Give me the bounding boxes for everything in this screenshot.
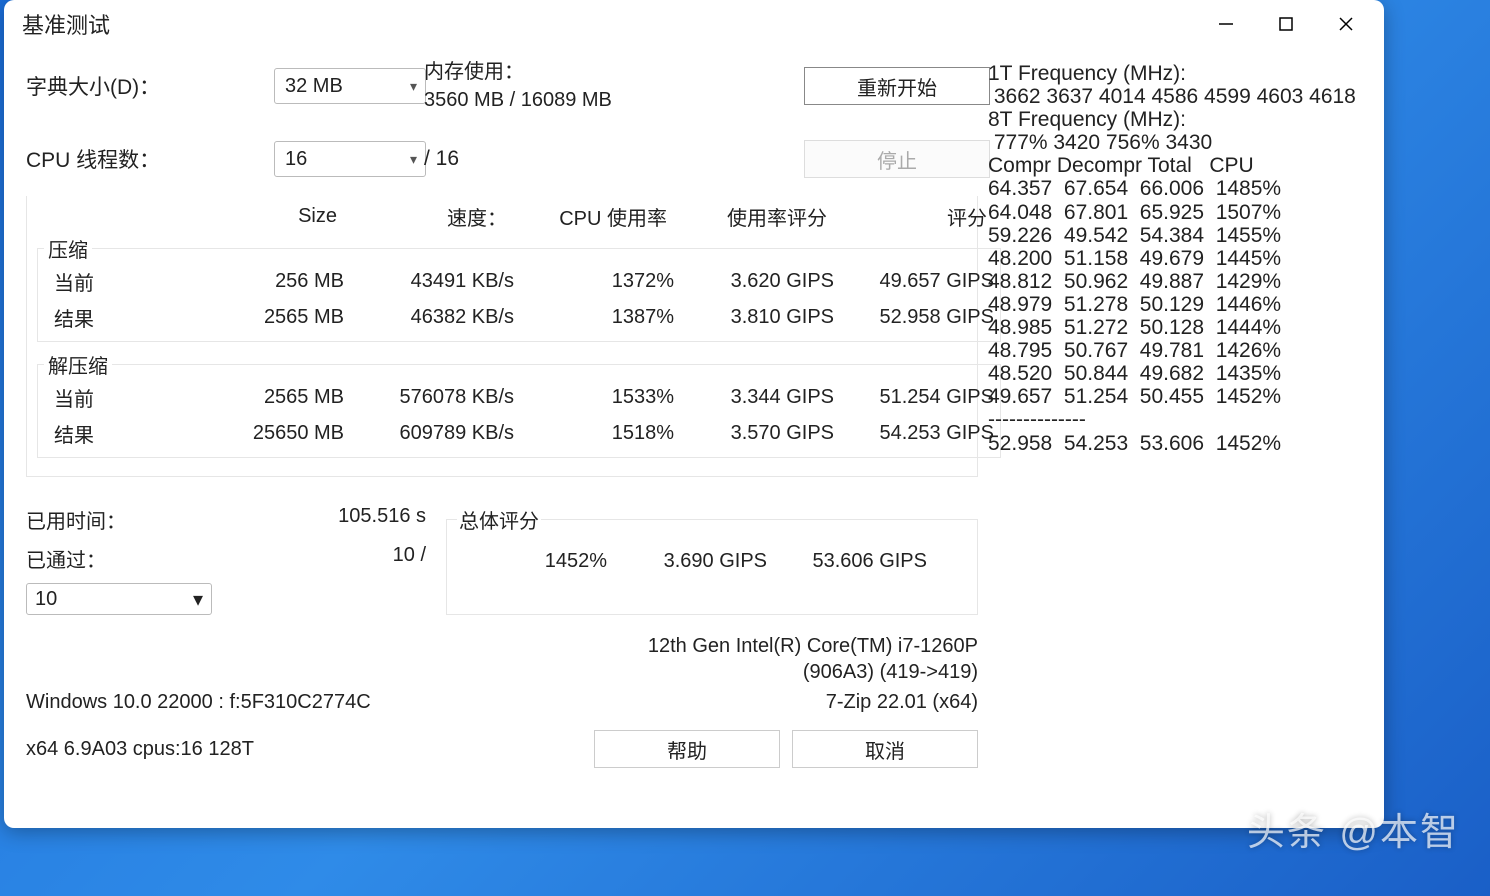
table-row: 结果 25650 MB 609789 KB/s 1518% 3.570 GIPS… — [44, 415, 994, 451]
minimize-button[interactable] — [1196, 4, 1256, 44]
memory-block: 内存使用： 3560 MB / 16089 MB — [424, 58, 804, 114]
passes-select-value: 10 — [35, 588, 57, 611]
table-header: Size 速度： CPU 使用率 使用率评分 评分 — [37, 198, 967, 234]
table-row: 当前 2565 MB 576078 KB/s 1533% 3.344 GIPS … — [44, 379, 994, 415]
cell-size: 2565 MB — [164, 386, 344, 409]
total-usage: 3.690 GIPS — [607, 550, 767, 573]
chevron-down-icon: ▾ — [410, 78, 417, 95]
total-cpu: 1452% — [457, 550, 607, 573]
system-info: 12th Gen Intel(R) Core(TM) i7-1260P (906… — [26, 633, 978, 714]
table-row: 结果 2565 MB 46382 KB/s 1387% 3.810 GIPS 5… — [44, 299, 994, 335]
total-legend: 总体评分 — [457, 505, 541, 534]
row-label: 当前 — [44, 267, 164, 296]
total-group: 总体评分 1452% 3.690 GIPS 53.606 GIPS — [446, 505, 978, 615]
window-title: 基准测试 — [22, 8, 1196, 40]
hdr-speed: 速度： — [337, 202, 507, 231]
config-grid: 字典大小(D)： 32 MB ▾ 内存使用： 3560 MB / 16089 M… — [26, 58, 978, 178]
hdr-rating: 评分 — [827, 202, 987, 231]
cell-cpu: 1533% — [514, 386, 674, 409]
hdr-usage: 使用率评分 — [667, 202, 827, 231]
cell-rating: 51.254 GIPS — [834, 386, 994, 409]
total-rating: 53.606 GIPS — [767, 550, 927, 573]
cell-usage: 3.344 GIPS — [674, 386, 834, 409]
threads-value: 16 — [285, 148, 307, 171]
benchmark-window: 基准测试 字典大小(D)： 32 MB ▾ 内存使用： 3560 MB / 16… — [4, 0, 1384, 828]
passes-label: 已通过： — [26, 544, 106, 573]
cell-size: 256 MB — [164, 270, 344, 293]
cell-usage: 3.810 GIPS — [674, 306, 834, 329]
cell-size: 25650 MB — [164, 422, 344, 445]
row-label: 结果 — [44, 303, 164, 332]
compress-legend: 压缩 — [44, 234, 92, 263]
cell-speed: 576078 KB/s — [344, 386, 514, 409]
os-info: Windows 10.0 22000 : f:5F310C2774C — [26, 691, 371, 714]
window-controls — [1196, 4, 1376, 44]
cell-rating: 54.253 GIPS — [834, 422, 994, 445]
cpu-name: 12th Gen Intel(R) Core(TM) i7-1260P — [648, 633, 978, 659]
cell-rating: 49.657 GIPS — [834, 270, 994, 293]
cell-speed: 609789 KB/s — [344, 422, 514, 445]
main-panel: 字典大小(D)： 32 MB ▾ 内存使用： 3560 MB / 16089 M… — [26, 58, 978, 816]
elapsed-label: 已用时间： — [26, 505, 126, 534]
log-panel: 1T Frequency (MHz): 3662 3637 4014 4586 … — [988, 58, 1372, 816]
restart-button[interactable]: 重新开始 — [804, 67, 990, 105]
compress-group: 压缩 当前 256 MB 43491 KB/s 1372% 3.620 GIPS… — [37, 234, 1001, 342]
decompress-legend: 解压缩 — [44, 350, 112, 379]
cell-cpu: 1387% — [514, 306, 674, 329]
hdr-size: Size — [157, 205, 337, 228]
chevron-down-icon: ▾ — [410, 151, 417, 168]
chevron-down-icon: ▾ — [193, 587, 203, 612]
cpu-id: (906A3) (419->419) — [648, 659, 978, 685]
cell-size: 2565 MB — [164, 306, 344, 329]
sevenzip-version: 7-Zip 22.01 (x64) — [826, 691, 978, 714]
threads-select[interactable]: 16 ▾ — [274, 141, 426, 177]
close-button[interactable] — [1316, 4, 1376, 44]
arch-info: x64 6.9A03 cpus:16 128T — [26, 738, 254, 761]
cell-cpu: 1518% — [514, 422, 674, 445]
table-row: 当前 256 MB 43491 KB/s 1372% 3.620 GIPS 49… — [44, 263, 994, 299]
memory-label: 内存使用： — [424, 58, 804, 86]
results-table: Size 速度： CPU 使用率 使用率评分 评分 压缩 当前 256 MB 4… — [26, 196, 978, 477]
passes-value: 10 / — [393, 544, 426, 573]
decompress-group: 解压缩 当前 2565 MB 576078 KB/s 1533% 3.344 G… — [37, 350, 1001, 458]
stop-button: 停止 — [804, 140, 990, 178]
row-label: 结果 — [44, 419, 164, 448]
row-label: 当前 — [44, 383, 164, 412]
cell-usage: 3.570 GIPS — [674, 422, 834, 445]
elapsed-value: 105.516 s — [338, 505, 426, 534]
hdr-cpu: CPU 使用率 — [507, 202, 667, 231]
lower-area: 已用时间： 105.516 s 已通过： 10 / 10 ▾ 总体评分 — [26, 505, 978, 615]
threads-label: CPU 线程数： — [26, 144, 274, 174]
passes-select[interactable]: 10 ▾ — [26, 583, 212, 615]
cell-cpu: 1372% — [514, 270, 674, 293]
bottom-bar: x64 6.9A03 cpus:16 128T 帮助 取消 — [26, 730, 978, 768]
dict-size-select[interactable]: 32 MB ▾ — [274, 68, 426, 104]
cancel-button[interactable]: 取消 — [792, 730, 978, 768]
threads-total: / 16 — [424, 147, 804, 171]
cell-speed: 43491 KB/s — [344, 270, 514, 293]
client-area: 字典大小(D)： 32 MB ▾ 内存使用： 3560 MB / 16089 M… — [4, 48, 1384, 828]
titlebar[interactable]: 基准测试 — [4, 0, 1384, 48]
dict-size-value: 32 MB — [285, 75, 343, 98]
elapsed-block: 已用时间： 105.516 s 已通过： 10 / 10 ▾ — [26, 505, 426, 615]
watermark: 头条 @本智 — [1247, 801, 1460, 856]
help-button[interactable]: 帮助 — [594, 730, 780, 768]
memory-value: 3560 MB / 16089 MB — [424, 86, 804, 114]
cell-usage: 3.620 GIPS — [674, 270, 834, 293]
cell-rating: 52.958 GIPS — [834, 306, 994, 329]
dict-size-label: 字典大小(D)： — [26, 71, 274, 101]
maximize-button[interactable] — [1256, 4, 1316, 44]
cell-speed: 46382 KB/s — [344, 306, 514, 329]
